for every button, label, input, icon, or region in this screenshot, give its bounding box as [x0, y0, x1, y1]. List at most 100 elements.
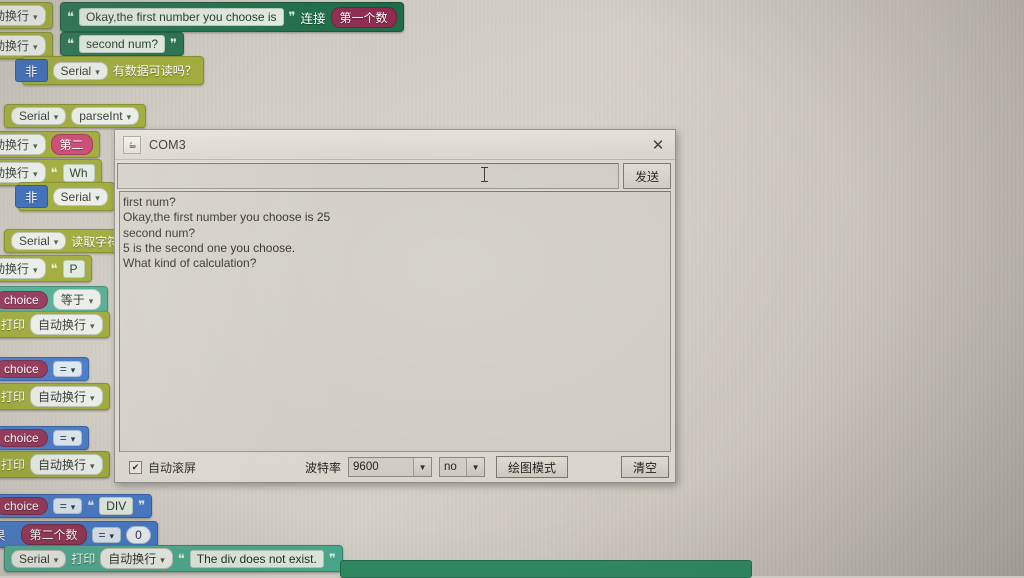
plot-mode-button[interactable]: 绘图模式: [496, 456, 569, 478]
if-label: 果: [0, 525, 6, 544]
join-label: 连接: [300, 11, 326, 26]
quote-close-icon: ❞: [328, 550, 336, 566]
console-line: 5 is the second one you choose.: [123, 240, 296, 255]
number-field[interactable]: 0: [126, 525, 151, 544]
close-icon[interactable]: ✕: [647, 134, 669, 156]
variable-choice[interactable]: choice: [0, 429, 48, 447]
clear-button[interactable]: 清空: [620, 456, 669, 478]
serial-dropdown[interactable]: Serial: [11, 549, 67, 568]
variable-choice[interactable]: choice: [0, 290, 48, 309]
not-operator[interactable]: 非: [15, 185, 48, 208]
text-cursor-icon: [481, 167, 488, 182]
string-field[interactable]: The div does not exist.: [189, 549, 324, 568]
newline-dropdown[interactable]: 动换行: [0, 258, 46, 279]
console-line: What kind of calculation?: [123, 256, 257, 271]
compare-operator[interactable]: =: [52, 361, 83, 377]
newline-dropdown[interactable]: 动换行: [0, 5, 46, 26]
chevron-down-icon[interactable]: ▼: [413, 458, 432, 476]
console-line: second num?: [123, 225, 196, 240]
print-label: 打印: [1, 318, 26, 332]
baud-rate-select[interactable]: 9600 ▼: [348, 457, 433, 477]
serial-dropdown[interactable]: Serial: [11, 107, 67, 125]
quote-open-icon: ❝: [67, 36, 74, 51]
block-print-var-second[interactable]: 动换行 第二: [0, 131, 100, 158]
newline-dropdown[interactable]: 动换行: [0, 35, 46, 56]
quote-open-icon: ❝: [50, 260, 58, 276]
checkbox-check-icon[interactable]: ✔: [129, 460, 142, 474]
variable-second-number[interactable]: 第二个数: [20, 524, 87, 545]
console-output[interactable]: first num? Okay,the first number you cho…: [119, 191, 671, 452]
java-icon: [123, 135, 141, 154]
block-serial-print-1[interactable]: 打印 自动换行: [0, 311, 110, 338]
block-print-newline[interactable]: 动换行: [0, 2, 53, 29]
autoscroll-checkbox[interactable]: ✔ 自动滚屏: [129, 459, 196, 476]
block-string-second-num[interactable]: ❝ second num? ❞: [60, 32, 185, 56]
chevron-down-icon[interactable]: ▼: [466, 458, 485, 476]
monitor-bottom-bar[interactable]: ✔ 自动滚屏 波特率 9600 ▼ no ▼ 绘图模式 清空: [115, 452, 675, 482]
quote-open-icon: ❝: [177, 550, 185, 566]
block-serial-available[interactable]: 非 Serial 有数据可读吗？: [15, 56, 204, 85]
compare-operator[interactable]: =: [52, 498, 83, 514]
block-print-newline-2[interactable]: 动换行: [0, 32, 53, 59]
variable-choice[interactable]: choice: [0, 497, 48, 515]
block-join-string[interactable]: ❝ Okay,the first number you choose is ❞ …: [60, 2, 404, 32]
compare-operator[interactable]: 等于: [52, 289, 102, 310]
print-label: 打印: [71, 552, 96, 566]
newline-dropdown[interactable]: 动换行: [0, 134, 46, 155]
block-choice-equals-3[interactable]: choice =: [0, 426, 90, 450]
newline-dropdown[interactable]: 自动换行: [100, 548, 173, 569]
send-input[interactable]: [117, 163, 619, 189]
variable-second-number[interactable]: 第二: [50, 134, 93, 155]
serial-available-label: 有数据可读吗？: [112, 64, 197, 78]
block-serial-available-2[interactable]: 非 Serial: [15, 182, 115, 211]
quote-close-icon: ❞: [170, 36, 178, 51]
quote-close-icon: ❞: [138, 498, 146, 513]
string-field[interactable]: Wh: [62, 163, 95, 182]
serial-monitor-window[interactable]: COM3 ✕ 发送 first num? Okay,the first numb…: [114, 129, 676, 483]
block-serial-print-2[interactable]: 打印 自动换行: [0, 383, 110, 410]
quote-open-icon: ❝: [67, 9, 74, 24]
block-print-string-p[interactable]: 动换行 ❝ P: [0, 255, 92, 282]
compare-operator[interactable]: =: [52, 430, 83, 446]
autoscroll-label: 自动滚屏: [148, 460, 197, 475]
string-field[interactable]: DIV: [99, 497, 134, 515]
block-serial-read-chars[interactable]: Serial 读取字符: [4, 229, 127, 253]
window-titlebar[interactable]: COM3 ✕: [115, 130, 675, 160]
block-choice-equals-2[interactable]: choice =: [0, 357, 90, 381]
variable-first-number[interactable]: 第一个数: [330, 6, 397, 28]
send-row[interactable]: 发送: [115, 160, 675, 191]
quote-close-icon: ❞: [288, 9, 296, 24]
serial-dropdown[interactable]: Serial: [11, 232, 67, 250]
string-field[interactable]: P: [62, 259, 85, 278]
parse-method-dropdown[interactable]: parseInt: [71, 107, 140, 125]
block-serial-parseint[interactable]: Serial parseInt: [4, 104, 147, 128]
variable-choice[interactable]: choice: [0, 360, 48, 378]
block-if-second-equals-zero[interactable]: 果 第二个数 = 0: [0, 521, 158, 548]
serial-dropdown[interactable]: Serial: [52, 61, 108, 80]
serial-dropdown[interactable]: Serial: [52, 187, 108, 206]
block-serial-print-3[interactable]: 打印 自动换行: [0, 451, 110, 478]
compare-operator[interactable]: =: [91, 526, 122, 543]
print-label: 打印: [1, 458, 26, 472]
newline-dropdown[interactable]: 自动换行: [30, 454, 103, 475]
newline-dropdown[interactable]: 动换行: [0, 162, 46, 183]
quote-open-icon: ❝: [50, 164, 58, 180]
block-partial-bottom[interactable]: [340, 560, 752, 578]
baud-rate-label: 波特率: [305, 460, 342, 475]
line-ending-select[interactable]: no ▼: [439, 457, 486, 477]
string-field[interactable]: Okay,the first number you choose is: [79, 8, 284, 26]
line-ending-value: no: [444, 461, 457, 473]
newline-dropdown[interactable]: 自动换行: [30, 314, 103, 335]
block-choice-equals-div[interactable]: choice = ❝ DIV ❞: [0, 494, 153, 518]
print-label: 打印: [1, 390, 26, 404]
block-choice-equals-1[interactable]: choice 等于: [0, 286, 109, 313]
window-title: COM3: [149, 137, 186, 152]
newline-dropdown[interactable]: 自动换行: [30, 386, 103, 407]
string-field[interactable]: second num?: [79, 35, 166, 53]
block-serial-print-div-error[interactable]: Serial 打印 自动换行 ❝ The div does not exist.…: [4, 545, 343, 572]
send-button[interactable]: 发送: [623, 163, 671, 189]
baud-rate-value: 9600: [353, 461, 379, 473]
not-operator[interactable]: 非: [15, 59, 48, 82]
console-line: Okay,the first number you choose is 25: [123, 210, 331, 225]
read-method-label: 读取字符: [71, 234, 120, 249]
